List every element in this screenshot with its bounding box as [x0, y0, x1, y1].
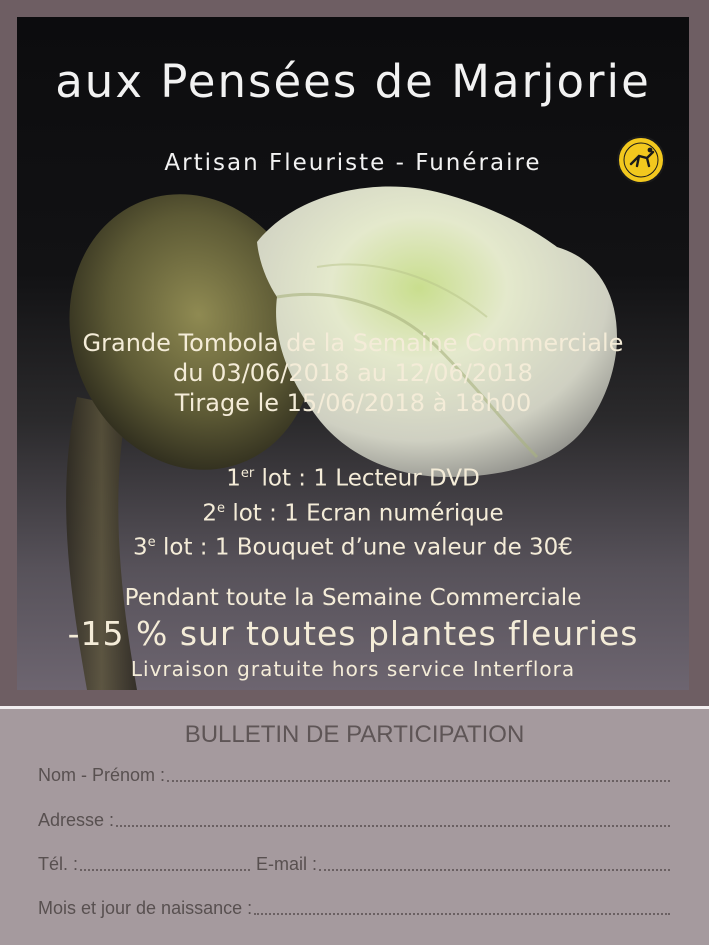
prize-item: 3e lot : 1 Bouquet d’une valeur de 30€ — [133, 534, 573, 561]
form-title: BULLETIN DE PARTICIPATION — [184, 721, 525, 748]
phone-label: Tél. : — [38, 854, 79, 874]
address-field[interactable]: Adresse : — [38, 810, 670, 831]
tombola-draw: Tirage le 15/06/2018 à 18h00 — [174, 389, 532, 417]
birthday-line[interactable] — [254, 901, 670, 915]
tombola-title: Grande Tombola de la Semaine Commerciale — [82, 329, 624, 357]
phone-line[interactable] — [80, 857, 251, 871]
shop-subtitle: Artisan Fleuriste - Funéraire — [164, 150, 542, 176]
promo-intro: Pendant toute la Semaine Commerciale — [124, 585, 582, 611]
birthday-field[interactable]: Mois et jour de naissance : — [38, 898, 670, 919]
tombola-info: Grande Tombola de la Semaine Commerciale… — [17, 328, 689, 418]
name-label: Nom - Prénom : — [38, 765, 166, 785]
email-label: E-mail : — [256, 854, 318, 874]
address-line[interactable] — [116, 813, 670, 827]
phone-email-row: Tél. : E-mail : — [38, 854, 670, 875]
name-field[interactable]: Nom - Prénom : — [38, 765, 670, 786]
promo-delivery: Livraison gratuite hors service Interflo… — [130, 657, 576, 681]
email-line[interactable] — [319, 857, 670, 871]
shop-title: aux Pensées de Marjorie — [55, 55, 651, 108]
poster: aux Pensées de Marjorie Artisan Fleurist… — [17, 17, 689, 690]
name-line[interactable] — [167, 768, 670, 782]
interflora-logo — [617, 136, 665, 184]
promo-discount: -15 % sur toutes plantes fleuries — [67, 614, 639, 653]
address-label: Adresse : — [38, 810, 115, 830]
tombola-dates: du 03/06/2018 au 12/06/2018 — [173, 359, 533, 387]
participation-form: BULLETIN DE PARTICIPATION Nom - Prénom :… — [0, 709, 709, 945]
prize-item: 2e lot : 1 Ecran numérique — [202, 500, 504, 527]
prize-list: 1er lot : 1 Lecteur DVD 2e lot : 1 Ecran… — [17, 459, 689, 563]
prize-item: 1er lot : 1 Lecteur DVD — [226, 465, 480, 492]
birthday-label: Mois et jour de naissance : — [38, 898, 253, 918]
